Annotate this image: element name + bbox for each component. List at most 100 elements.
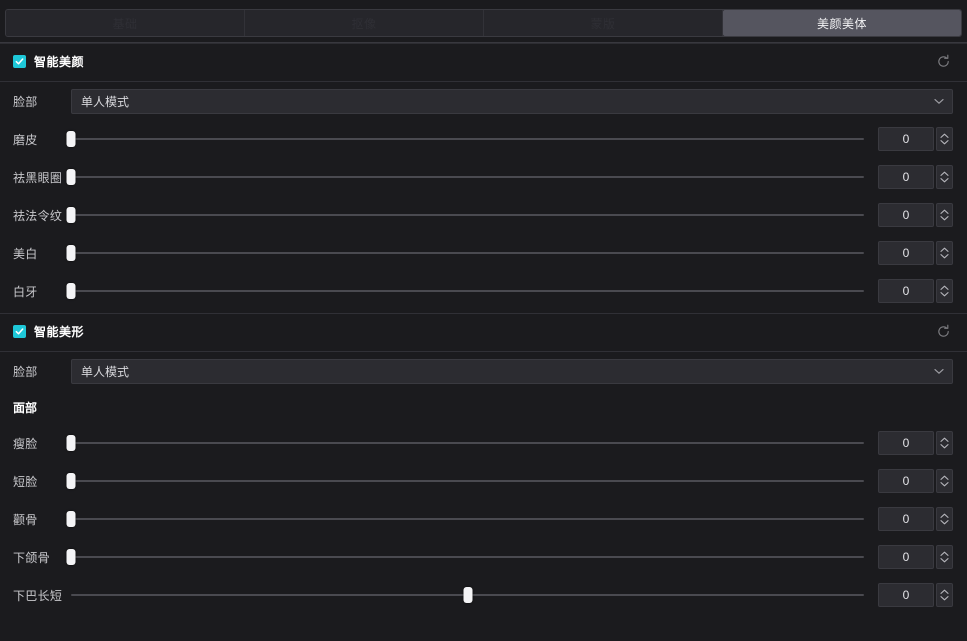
slider-handle[interactable] [66,511,76,527]
slider-label: 下颌骨 [13,550,50,565]
spinner-slim-face[interactable]: 0 [878,431,953,455]
slider-label: 白牙 [13,284,38,299]
spinner-down-button[interactable] [940,443,949,449]
spinner-value[interactable]: 0 [878,279,934,303]
spinner-down-button[interactable] [940,139,949,145]
tab-strip: 基础 抠像 蒙版 美颜美体 [5,9,962,37]
chevron-down-icon [934,98,944,104]
slider-whitening[interactable] [66,243,864,263]
spinner-value[interactable]: 0 [878,507,934,531]
spinner-down-button[interactable] [940,253,949,259]
tab-chromakey[interactable]: 抠像 [245,10,484,36]
slider-slim-face[interactable] [66,433,864,453]
spinner-value[interactable]: 0 [878,165,934,189]
subheading-face: 面部 [13,400,38,415]
spinner-down-button[interactable] [940,215,949,221]
slider-handle[interactable] [66,169,76,185]
spinner-buttons[interactable] [936,507,953,531]
spinner-jawbone[interactable]: 0 [878,545,953,569]
reset-smart-beauty-button[interactable] [933,51,953,71]
spinner-buttons[interactable] [936,165,953,189]
slider-mopi[interactable] [66,129,864,149]
spinner-buttons[interactable] [936,241,953,265]
tab-mask[interactable]: 蒙版 [484,10,723,36]
spinner-down-button[interactable] [940,481,949,487]
smart-reshape-checkbox[interactable] [13,324,26,338]
spinner-dark-circles[interactable]: 0 [878,165,953,189]
slider-nasolabial[interactable] [66,205,864,225]
spinner-short-face[interactable]: 0 [878,469,953,493]
spinner-value[interactable]: 0 [878,241,934,265]
spinner-buttons[interactable] [936,583,953,607]
section-smart-reshape: 智能美形 脸部 单人模式 面部 瘦脸 0 短脸 0 颧骨 0 下颌骨 0 下巴长… [0,314,967,614]
slider-handle[interactable] [66,131,76,147]
slider-cheekbone[interactable] [66,509,864,529]
spinner-value[interactable]: 0 [878,431,934,455]
spinner-cheekbone[interactable]: 0 [878,507,953,531]
slider-handle[interactable] [66,283,76,299]
slider-dark-circles[interactable] [66,167,864,187]
spinner-down-icon [940,178,949,183]
slider-short-face[interactable] [66,471,864,491]
beauty-settings-panel[interactable]: 智能美颜 脸部 单人模式 磨皮 0 祛黑眼圈 0 祛法令纹 0 美白 0 白牙 … [0,43,967,641]
spinner-buttons[interactable] [936,545,953,569]
smart-beauty-checkbox[interactable] [13,54,26,68]
spinner-down-button[interactable] [940,177,949,183]
slider-chin-length[interactable] [71,585,864,605]
slider-track [71,480,864,482]
slider-handle[interactable] [66,549,76,565]
slider-handle[interactable] [66,245,76,261]
spinner-buttons[interactable] [936,203,953,227]
slider-handle[interactable] [66,473,76,489]
section-smart-beauty: 智能美颜 脸部 单人模式 磨皮 0 祛黑眼圈 0 祛法令纹 0 美白 0 白牙 … [0,44,967,310]
spinner-down-icon [940,140,949,145]
row-slider-dark-circles: 祛黑眼圈 0 [0,158,967,196]
spinner-down-icon [940,482,949,487]
slider-handle[interactable] [66,435,76,451]
row-slider-whitening: 美白 0 [0,234,967,272]
spinner-down-button[interactable] [940,291,949,297]
reset-smart-reshape-button[interactable] [933,321,953,341]
face-mode-value: 单人模式 [81,94,130,109]
slider-label: 短脸 [13,474,38,489]
row-face-mode: 脸部 单人模式 [0,82,967,120]
spinner-value[interactable]: 0 [878,583,934,607]
face-mode-value: 单人模式 [81,364,130,379]
row-slider-chin-length: 下巴长短 0 [0,576,967,614]
slider-label: 磨皮 [13,132,38,147]
spinner-buttons[interactable] [936,279,953,303]
face-mode-label: 脸部 [13,364,38,379]
slider-teeth[interactable] [66,281,864,301]
tab-basic[interactable]: 基础 [6,10,245,36]
slider-handle[interactable] [66,207,76,223]
spinner-down-button[interactable] [940,557,949,563]
slider-track [71,214,864,216]
tab-beauty[interactable]: 美颜美体 [723,10,961,36]
spinner-chin-length[interactable]: 0 [878,583,953,607]
spinner-value[interactable]: 0 [878,203,934,227]
spinner-teeth[interactable]: 0 [878,279,953,303]
row-face-mode: 脸部 单人模式 [0,352,967,390]
row-slider-nasolabial: 祛法令纹 0 [0,196,967,234]
slider-track [71,138,864,140]
face-mode-select[interactable]: 单人模式 [71,88,953,114]
slider-jawbone[interactable] [66,547,864,567]
face-mode-label: 脸部 [13,94,38,109]
chevron-down-icon [934,368,944,374]
spinner-down-button[interactable] [940,519,949,525]
spinner-down-button[interactable] [940,595,949,601]
spinner-buttons[interactable] [936,127,953,151]
reshape-face-mode-select[interactable]: 单人模式 [71,358,953,384]
spinner-mopi[interactable]: 0 [878,127,953,151]
spinner-value[interactable]: 0 [878,469,934,493]
spinner-value[interactable]: 0 [878,127,934,151]
spinner-buttons[interactable] [936,469,953,493]
spinner-down-icon [940,216,949,221]
slider-handle[interactable] [463,587,472,603]
spinner-nasolabial[interactable]: 0 [878,203,953,227]
spinner-buttons[interactable] [936,431,953,455]
spinner-whitening[interactable]: 0 [878,241,953,265]
spinner-value[interactable]: 0 [878,545,934,569]
spinner-down-icon [940,444,949,449]
row-slider-teeth: 白牙 0 [0,272,967,310]
